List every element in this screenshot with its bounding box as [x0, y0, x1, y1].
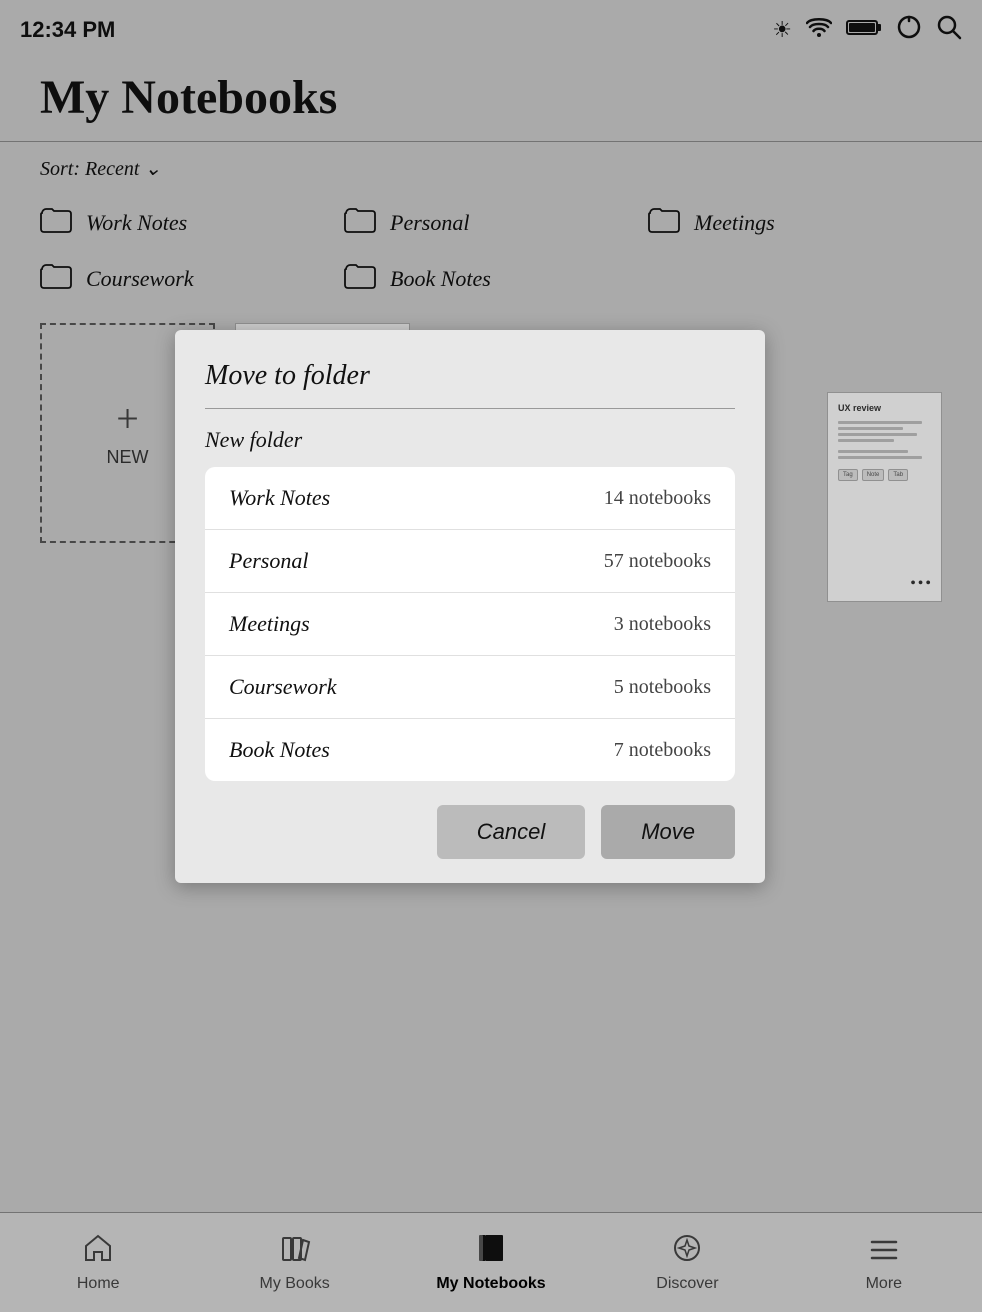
folder-list-count: 7 notebooks [614, 739, 711, 762]
folder-list-item-coursework[interactable]: Coursework 5 notebooks [205, 656, 735, 719]
folder-list-count: 14 notebooks [604, 487, 711, 510]
folder-list-count: 5 notebooks [614, 676, 711, 699]
folder-list-name: Book Notes [229, 737, 330, 763]
new-folder-option[interactable]: New folder [205, 427, 735, 453]
folder-list-name: Coursework [229, 674, 337, 700]
folder-list-name: Meetings [229, 611, 310, 637]
folder-list-item-meetings[interactable]: Meetings 3 notebooks [205, 593, 735, 656]
move-button[interactable]: Move [601, 805, 735, 859]
folder-list-item-work-notes[interactable]: Work Notes 14 notebooks [205, 467, 735, 530]
dialog-title: Move to folder [205, 360, 735, 392]
folder-list-count: 57 notebooks [604, 550, 711, 573]
dialog-buttons: Cancel Move [205, 805, 735, 859]
dialog-divider [205, 408, 735, 409]
folder-list-item-personal[interactable]: Personal 57 notebooks [205, 530, 735, 593]
folder-list-name: Personal [229, 548, 308, 574]
folder-list-count: 3 notebooks [614, 613, 711, 636]
folder-list-item-book-notes[interactable]: Book Notes 7 notebooks [205, 719, 735, 781]
folder-list-card: Work Notes 14 notebooks Personal 57 note… [205, 467, 735, 781]
folder-list-name: Work Notes [229, 485, 330, 511]
move-to-folder-dialog: Move to folder New folder Work Notes 14 … [175, 330, 765, 883]
cancel-button[interactable]: Cancel [437, 805, 585, 859]
